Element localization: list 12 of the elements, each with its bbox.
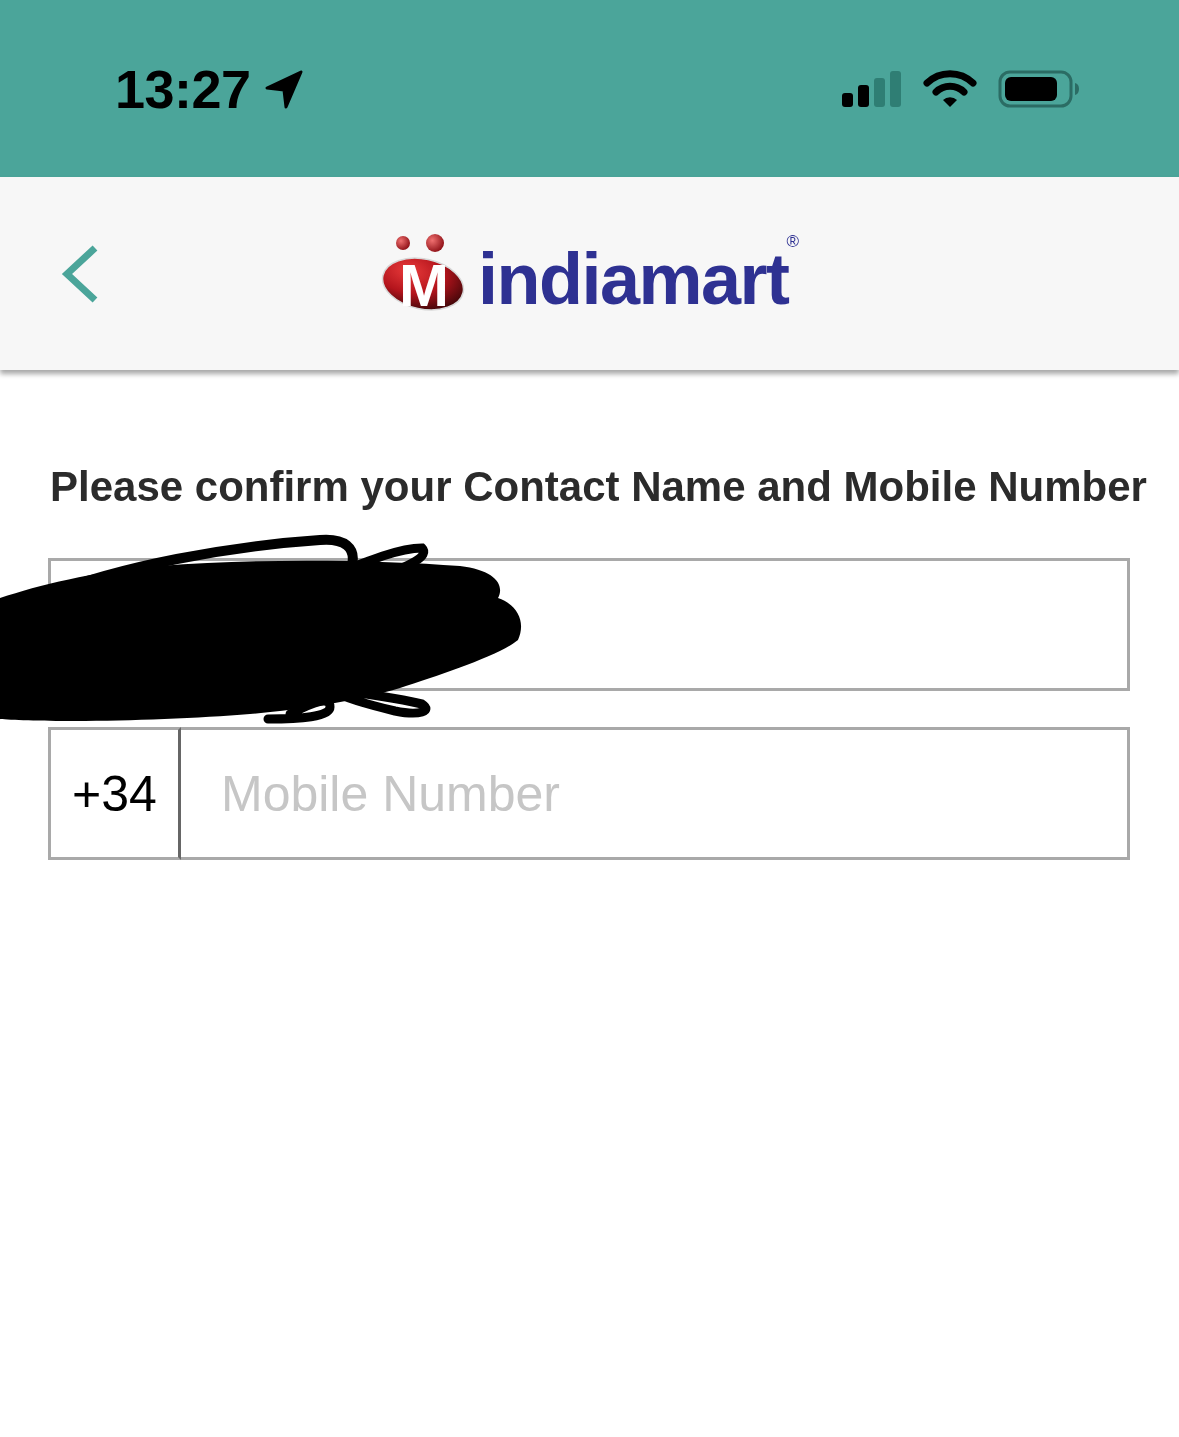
form-prompt: Please confirm your Contact Name and Mobile Number xyxy=(50,463,1148,511)
status-time: 13:27 xyxy=(115,61,251,116)
back-button[interactable] xyxy=(60,243,100,304)
logo-emblem: M xyxy=(379,233,466,312)
chevron-left-icon xyxy=(60,243,100,304)
battery-icon xyxy=(998,69,1080,108)
signal-icon xyxy=(842,70,902,107)
location-arrow-icon xyxy=(263,68,304,109)
mobile-number-field[interactable]: Mobile Number xyxy=(181,727,1130,860)
wifi-icon xyxy=(923,69,977,108)
registered-mark: ® xyxy=(786,232,800,250)
country-code-selector[interactable]: +34 xyxy=(48,727,181,860)
